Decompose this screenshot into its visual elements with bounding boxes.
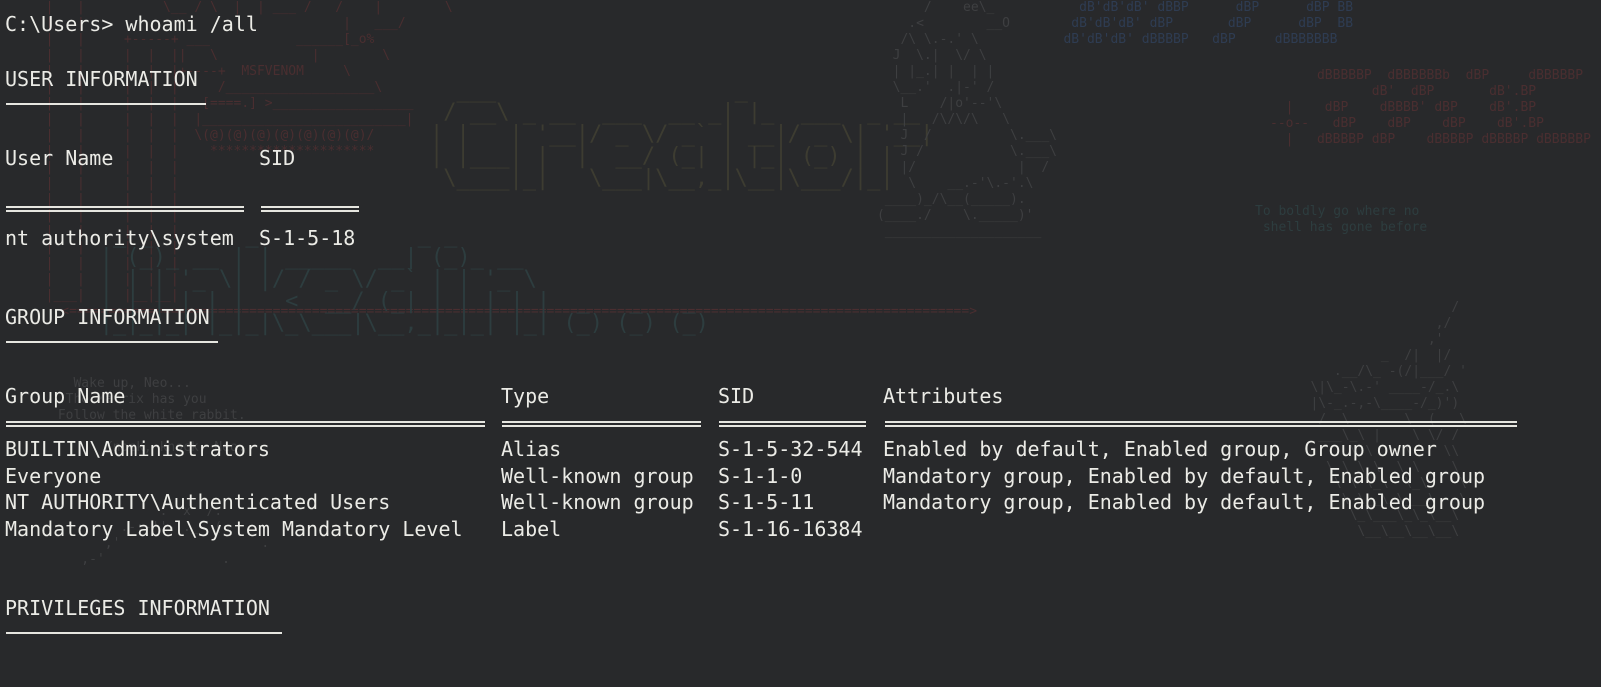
group-attributes-cell: Mandatory group, Enabled by default, Ena… — [883, 490, 1486, 514]
group-col-type: Type — [501, 384, 550, 408]
group-info-heading: GROUP INFORMATION — [5, 305, 210, 329]
group-type-cell: Label — [501, 517, 562, 541]
user-col-sid: SID — [259, 146, 296, 170]
group-sid-cell: S-1-5-11 — [718, 490, 815, 514]
group-col-sid: SID — [718, 384, 755, 408]
privileges-info-heading: PRIVILEGES INFORMATION — [5, 596, 270, 620]
wallpaper-art-left: | | \__ / \ | | ___ / / | \ | | | ___/ |… — [45, 0, 978, 319]
wallpaper-tagline: To boldly go where no shell has gone bef… — [1255, 204, 1428, 235]
group-col-attributes: Attributes — [883, 384, 1004, 408]
group-name-cell: NT AUTHORITY\Authenticated Users — [5, 490, 391, 514]
group-col-type-rule — [502, 421, 701, 427]
terminal-window[interactable]: | | \__ / \ | | ___ / / | \ | | | ___/ |… — [0, 0, 1601, 687]
wallpaper-art-right-logo: dBBBBBP dBBBBBBb dBP dBBBBBP dB' dBP dB'… — [1270, 68, 1591, 147]
group-type-cell: Alias — [501, 437, 562, 461]
group-info-heading-underline — [6, 341, 218, 343]
group-attributes-cell: Mandatory group, Enabled by default, Ena… — [883, 464, 1486, 488]
user-sid-value: S-1-5-18 — [259, 226, 356, 250]
prompt-path: C:\Users> — [5, 12, 114, 36]
privileges-info-heading-underline — [6, 632, 282, 634]
group-col-name: Group Name — [5, 384, 126, 408]
group-type-cell: Well-known group — [501, 490, 694, 514]
group-name-cell: BUILTIN\Administrators — [5, 437, 270, 461]
user-name-value: nt authority\system — [5, 226, 234, 250]
command-text: whoami /all — [125, 12, 258, 36]
wallpaper-art-creator: ___ _ / __\ _ __ ___ __ _| |_ ___ _ __ |… — [430, 78, 934, 191]
user-info-heading-underline — [6, 103, 206, 105]
group-name-cell: Everyone — [5, 464, 102, 488]
wallpaper-art-top-right: dB'dB'dB' dBBP dBP dBP BB dB'dB'dB' dBP … — [1063, 0, 1354, 47]
group-col-name-rule — [6, 421, 485, 427]
user-col-sid-rule — [261, 206, 359, 212]
user-col-username: User Name — [5, 146, 114, 170]
command-line[interactable]: C:\Users> whoami /all — [5, 12, 258, 36]
group-sid-cell: S-1-16-16384 — [718, 517, 863, 541]
user-col-username-rule — [6, 206, 244, 212]
group-type-cell: Well-known group — [501, 464, 694, 488]
group-sid-cell: S-1-1-0 — [718, 464, 803, 488]
group-attributes-cell: Enabled by default, Enabled group, Group… — [883, 437, 1437, 461]
group-sid-cell: S-1-5-32-544 — [718, 437, 863, 461]
group-name-cell: Mandatory Label\System Mandatory Level — [5, 517, 463, 541]
group-col-attributes-rule — [885, 421, 1517, 427]
wallpaper-art-figure: / ee\_ .< __O /\ \.-.' \ J \.| \/ \ | |_… — [876, 0, 1057, 239]
user-info-heading: USER INFORMATION — [5, 67, 198, 91]
group-col-sid-rule — [719, 421, 866, 427]
